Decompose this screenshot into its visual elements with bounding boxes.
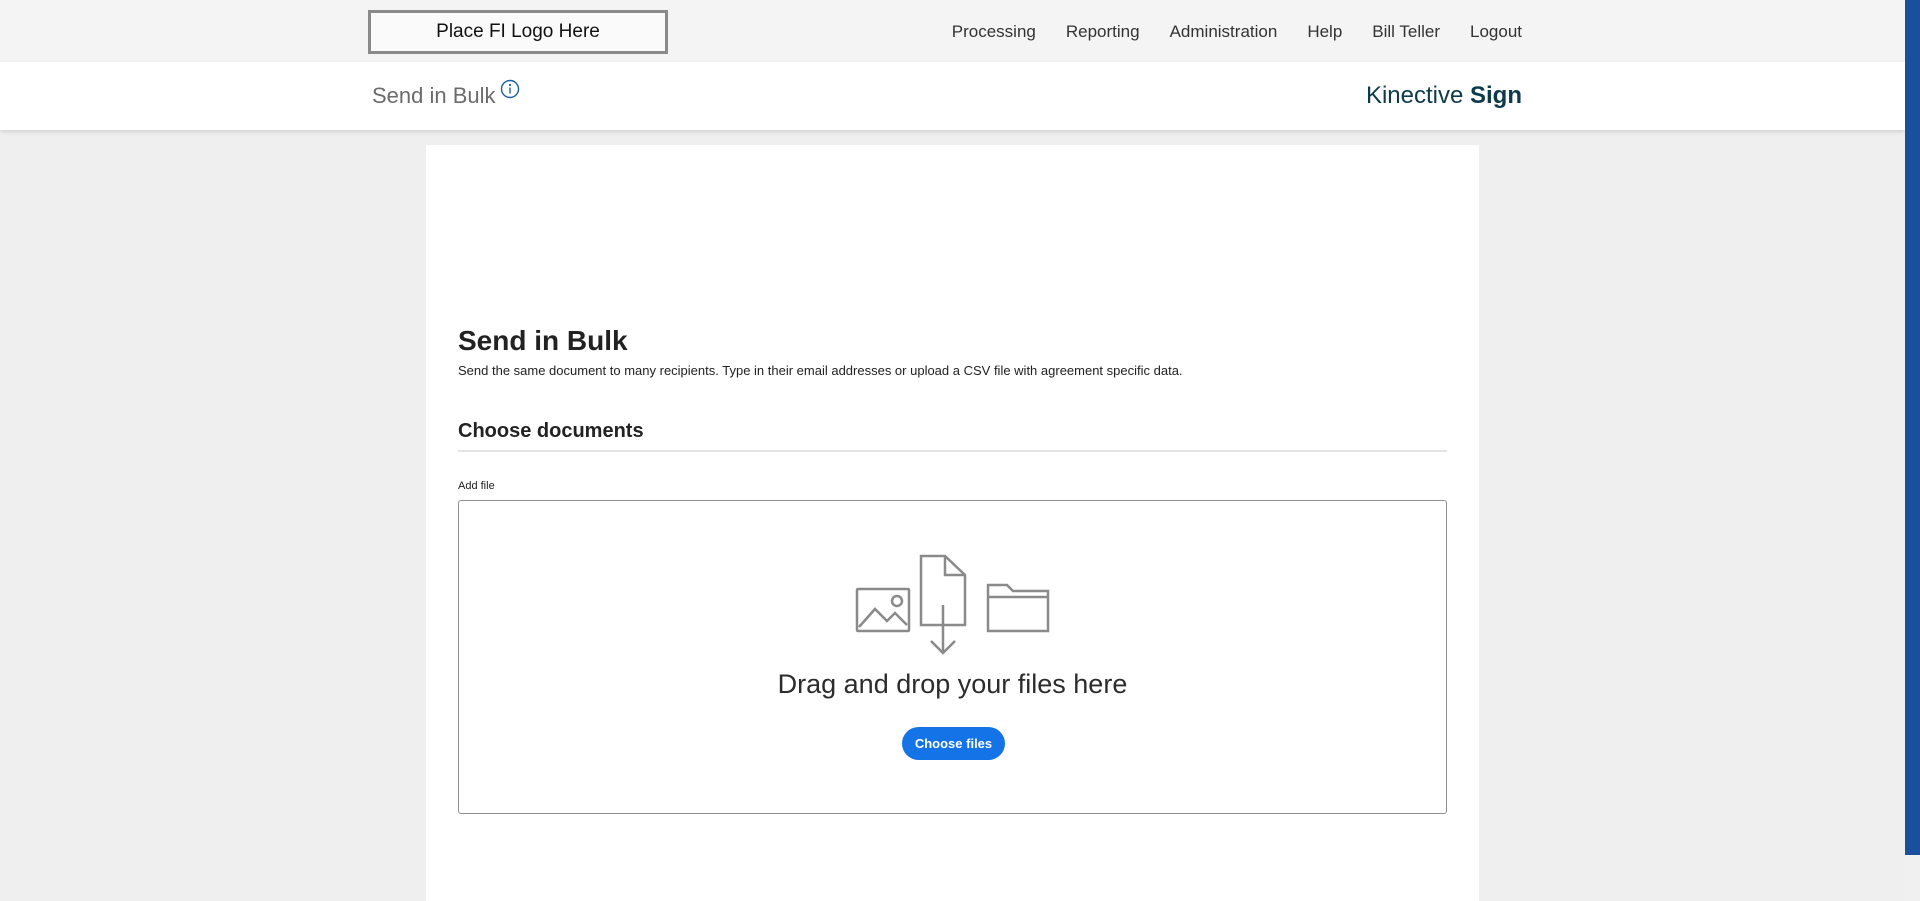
add-file-label: Add file xyxy=(458,480,495,492)
info-icon[interactable] xyxy=(500,79,520,99)
nav-processing[interactable]: Processing xyxy=(952,22,1036,42)
section-title: Choose documents xyxy=(458,420,644,442)
nav-logout[interactable]: Logout xyxy=(1470,22,1522,42)
send-in-bulk-card: Send in Bulk Send the same document to m… xyxy=(426,145,1479,901)
image-icon xyxy=(855,587,911,633)
brand-name-light: Kinective xyxy=(1365,82,1470,109)
brand-name-bold: Sign xyxy=(1470,82,1522,109)
brand-logo: Kinective Sign xyxy=(1366,82,1522,110)
nav-user-name[interactable]: Bill Teller xyxy=(1372,22,1440,42)
scrollbar-track[interactable] xyxy=(1905,0,1920,901)
document-download-icon xyxy=(919,554,967,655)
file-dropzone[interactable]: Drag and drop your files here Choose fil… xyxy=(458,500,1447,814)
fi-logo-placeholder[interactable]: Place FI Logo Here xyxy=(368,10,668,54)
scrollbar-thumb[interactable] xyxy=(1905,0,1920,855)
nav-administration[interactable]: Administration xyxy=(1170,22,1278,42)
page-subheader: Send in Bulk Kinective Sign xyxy=(0,62,1905,130)
folder-icon xyxy=(986,583,1050,633)
dropzone-text: Drag and drop your files here xyxy=(777,669,1128,699)
logo-text: Place FI Logo Here xyxy=(436,21,600,42)
main-nav: Processing Reporting Administration Help… xyxy=(952,22,1522,42)
main-heading: Send in Bulk xyxy=(458,325,628,356)
page-title: Send in Bulk xyxy=(372,83,496,108)
upload-illustration xyxy=(855,554,1050,655)
section-divider xyxy=(458,450,1447,452)
nav-help[interactable]: Help xyxy=(1307,22,1342,42)
top-navigation-bar: Place FI Logo Here Processing Reporting … xyxy=(0,0,1905,62)
nav-reporting[interactable]: Reporting xyxy=(1066,22,1140,42)
choose-files-button[interactable]: Choose files xyxy=(902,727,1005,760)
main-description: Send the same document to many recipient… xyxy=(458,363,1183,378)
